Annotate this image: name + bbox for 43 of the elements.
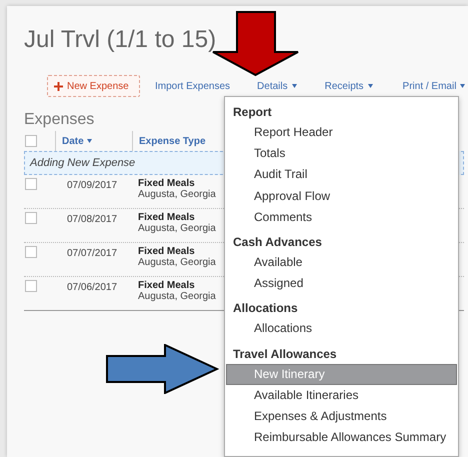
- menu-section-heading: Report: [232, 104, 272, 121]
- toolbar-link[interactable]: Details: [257, 78, 297, 94]
- section-heading: Expenses: [24, 111, 94, 129]
- menu-item[interactable]: Audit Trail: [226, 164, 457, 186]
- toolbar-link[interactable]: Print / Email: [402, 78, 466, 94]
- location-text: Augusta, Georgia: [138, 189, 216, 200]
- menu-section-heading: Travel Allowances: [232, 346, 337, 363]
- plus-icon: [54, 82, 63, 90]
- expense-type-cell: Fixed Meals: [138, 246, 195, 257]
- row-checkbox[interactable]: [25, 280, 37, 292]
- location-text: Augusta, Georgia: [138, 257, 216, 268]
- menu-item[interactable]: Comments: [226, 206, 457, 228]
- toolbar-link[interactable]: Import Expenses: [155, 78, 230, 94]
- date-cell: 07/07/2017: [67, 248, 118, 259]
- date-cell: 07/08/2017: [67, 214, 118, 225]
- row-checkbox[interactable]: [25, 212, 37, 224]
- row-checkbox[interactable]: [25, 178, 37, 190]
- select-all-checkbox[interactable]: [25, 135, 37, 147]
- report-title: Jul Trvl (1/1 to 15): [24, 25, 216, 55]
- menu-item[interactable]: Available: [226, 252, 457, 274]
- row-checkbox[interactable]: [25, 246, 37, 258]
- location-text: Augusta, Georgia: [138, 291, 216, 302]
- menu-item[interactable]: Report Header: [226, 122, 457, 144]
- location-text: Augusta, Georgia: [138, 223, 216, 234]
- toolbar-link[interactable]: Receipts: [324, 78, 373, 94]
- expense-type-cell: Fixed Meals: [138, 280, 195, 291]
- column-header[interactable]: Date: [62, 134, 84, 148]
- date-cell: 07/09/2017: [67, 180, 118, 191]
- menu-item[interactable]: Reimbursable Allowances Summary: [226, 427, 457, 448]
- new-expense-button[interactable]: New Expense: [47, 75, 140, 97]
- menu-item[interactable]: Assigned: [226, 273, 457, 294]
- date-cell: 07/06/2017: [67, 282, 118, 293]
- column-header[interactable]: Expense Type: [139, 134, 206, 148]
- adding-row-text: Adding New Expense: [30, 156, 136, 171]
- menu-item[interactable]: Totals: [226, 143, 457, 164]
- menu-item[interactable]: Available Itineraries: [226, 384, 457, 406]
- expense-type-cell: Fixed Meals: [138, 178, 195, 189]
- menu-item[interactable]: Allocations: [226, 318, 457, 340]
- menu-item[interactable]: Expenses & Adjustments: [226, 406, 457, 428]
- menu-item[interactable]: Approval Flow: [226, 186, 457, 207]
- menu-section-heading: Allocations: [232, 300, 298, 318]
- expense-type-cell: Fixed Meals: [138, 212, 195, 223]
- menu-section-heading: Cash Advances: [232, 234, 322, 252]
